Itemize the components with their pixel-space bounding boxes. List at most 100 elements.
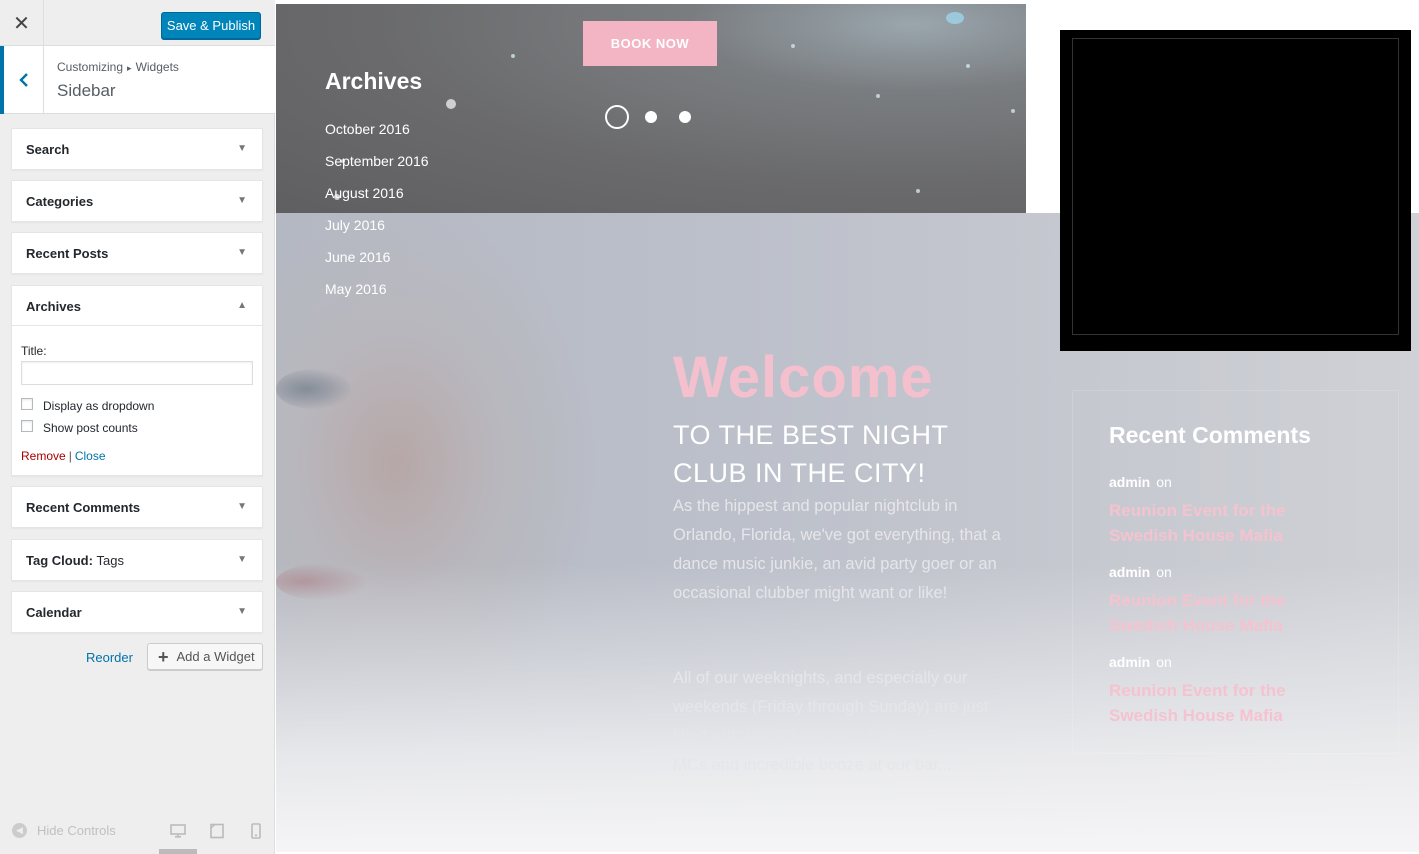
comment-post-link[interactable]: Reunion Event for the Swedish House Mafi…: [1109, 588, 1349, 638]
comment-on: on: [1156, 654, 1172, 670]
back-arrow-icon[interactable]: [0, 46, 44, 114]
widget-title-name: Tag Cloud:: [26, 553, 93, 568]
post-counts-checkbox[interactable]: [21, 420, 33, 432]
second-paragraph: All of our weeknights, and especially ou…: [673, 669, 989, 774]
sparkle: [916, 189, 920, 193]
sparkle: [876, 94, 880, 98]
expand-arrow-icon[interactable]: ▼: [237, 606, 247, 617]
comment-item: admin on Reunion Event for the Swedish Ho…: [1109, 654, 1349, 728]
archives-border: [1072, 38, 1399, 335]
archive-link[interactable]: August 2016: [325, 185, 429, 217]
slider-dot[interactable]: [645, 111, 657, 123]
book-now-button[interactable]: BOOK NOW: [583, 21, 717, 66]
title-input[interactable]: [21, 361, 253, 385]
widget-header-archives[interactable]: Archives ▲: [12, 286, 262, 326]
intro-paragraph: As the hippest and popular nightclub in …: [673, 497, 1001, 602]
widget-title: Recent Comments: [26, 500, 141, 515]
widget-title: Tag Cloud: Tags: [26, 553, 124, 568]
archive-link[interactable]: May 2016: [325, 281, 429, 313]
widget-archives: Archives ▲ Title: Display as dropdown Sh…: [11, 285, 263, 476]
close-link[interactable]: Close: [75, 449, 106, 463]
site-preview: BOOK NOW Welcome TO THE BEST NIGHT CLUB …: [276, 4, 1419, 852]
widget-header-recent-comments[interactable]: Recent Comments ▼: [12, 487, 262, 527]
breadcrumb-separator-icon: ▸: [127, 63, 132, 73]
widget-recent-posts: Recent Posts ▼: [11, 232, 263, 274]
archives-heading: Archives: [325, 68, 423, 94]
archive-link[interactable]: September 2016: [325, 153, 429, 185]
widget-tag-cloud: Tag Cloud: Tags ▼: [11, 539, 263, 581]
desktop-preview-icon[interactable]: [170, 823, 186, 839]
dropdown-checkbox[interactable]: [21, 398, 33, 410]
archives-list: October 2016 September 2016 August 2016 …: [325, 121, 429, 313]
comment-item: admin on Reunion Event for the Swedish Ho…: [1109, 474, 1349, 548]
add-widget-label: Add a Widget: [176, 649, 255, 664]
collapse-arrow-icon[interactable]: ▲: [237, 300, 247, 311]
widget-header-search[interactable]: Search ▼: [12, 129, 262, 169]
widget-header-tag-cloud[interactable]: Tag Cloud: Tags ▼: [12, 540, 262, 580]
sparkle: [446, 99, 456, 109]
comment-post-link[interactable]: Reunion Event for the Swedish House Mafi…: [1109, 498, 1349, 548]
comment-author: admin: [1109, 474, 1151, 490]
collapse-circle-icon: ◀: [12, 823, 27, 838]
widget-form: Title: Display as dropdown Show post cou…: [12, 326, 262, 475]
expand-arrow-icon[interactable]: ▼: [237, 195, 247, 206]
breadcrumb: Customizing ▸ Widgets: [57, 60, 179, 74]
archives-widget: [1060, 30, 1411, 351]
widget-categories: Categories ▼: [11, 180, 263, 222]
hide-controls-label: Hide Controls: [37, 823, 116, 838]
post-counts-option: Show post counts: [21, 420, 253, 435]
customizer-footer: ◀ Hide Controls: [0, 812, 275, 854]
comment-author: admin: [1109, 564, 1151, 580]
expand-arrow-icon[interactable]: ▼: [237, 143, 247, 154]
active-device-indicator: [159, 849, 197, 854]
widget-title: Archives: [26, 299, 81, 314]
welcome-subheading: TO THE BEST NIGHT CLUB IN THE CITY!: [673, 420, 949, 488]
comment-author: admin: [1109, 654, 1151, 670]
slider-dot-active[interactable]: [605, 105, 629, 129]
expand-arrow-icon[interactable]: ▼: [237, 247, 247, 258]
hide-controls-button[interactable]: ◀ Hide Controls: [12, 823, 116, 838]
archive-link[interactable]: July 2016: [325, 217, 429, 249]
widget-header-calendar[interactable]: Calendar ▼: [12, 592, 262, 632]
expand-arrow-icon[interactable]: ▼: [237, 501, 247, 512]
sparkle: [791, 44, 795, 48]
slider-dot[interactable]: [679, 111, 691, 123]
widget-title: Calendar: [26, 605, 82, 620]
recent-comments-heading: Recent Comments: [1109, 422, 1311, 448]
widget-calendar: Calendar ▼: [11, 591, 263, 633]
title-label: Title:: [21, 344, 47, 358]
panel-header: Customizing ▸ Widgets Sidebar: [0, 46, 275, 114]
welcome-heading: Welcome: [673, 345, 934, 410]
widget-header-recent-posts[interactable]: Recent Posts ▼: [12, 233, 262, 273]
post-counts-label: Show post counts: [43, 421, 138, 435]
save-publish-button[interactable]: Save & Publish: [161, 12, 261, 39]
expand-arrow-icon[interactable]: ▼: [237, 554, 247, 565]
comment-on: on: [1156, 474, 1172, 490]
tablet-preview-icon[interactable]: [209, 823, 225, 839]
archive-link[interactable]: June 2016: [325, 249, 429, 281]
widget-header-categories[interactable]: Categories ▼: [12, 181, 262, 221]
breadcrumb-section: Widgets: [135, 60, 179, 74]
widget-title: Categories: [26, 194, 94, 209]
remove-link[interactable]: Remove: [21, 449, 66, 463]
controls-separator: |: [68, 449, 72, 463]
widget-title-suffix: Tags: [96, 553, 125, 568]
sparkle: [511, 54, 515, 58]
panel-title: Sidebar: [57, 81, 116, 100]
widget-title: Search: [26, 142, 70, 157]
sparkle: [966, 64, 970, 68]
widget-controls: Remove | Close: [21, 449, 253, 463]
sparkle: [946, 12, 964, 24]
dropdown-option: Display as dropdown: [21, 398, 253, 413]
sparkle: [1011, 109, 1015, 113]
mobile-preview-icon[interactable]: [248, 823, 264, 839]
breadcrumb-root: Customizing: [57, 60, 124, 74]
archive-link[interactable]: October 2016: [325, 121, 429, 153]
dropdown-label: Display as dropdown: [43, 399, 155, 413]
comment-item: admin on Reunion Event for the Swedish Ho…: [1109, 564, 1349, 638]
add-widget-button[interactable]: + Add a Widget: [147, 643, 263, 670]
close-icon[interactable]: ✕: [0, 0, 44, 46]
customizer-top-bar: ✕ Save & Publish: [0, 0, 275, 46]
reorder-link[interactable]: Reorder: [86, 650, 133, 665]
comment-post-link[interactable]: Reunion Event for the Swedish House Mafi…: [1109, 678, 1349, 728]
